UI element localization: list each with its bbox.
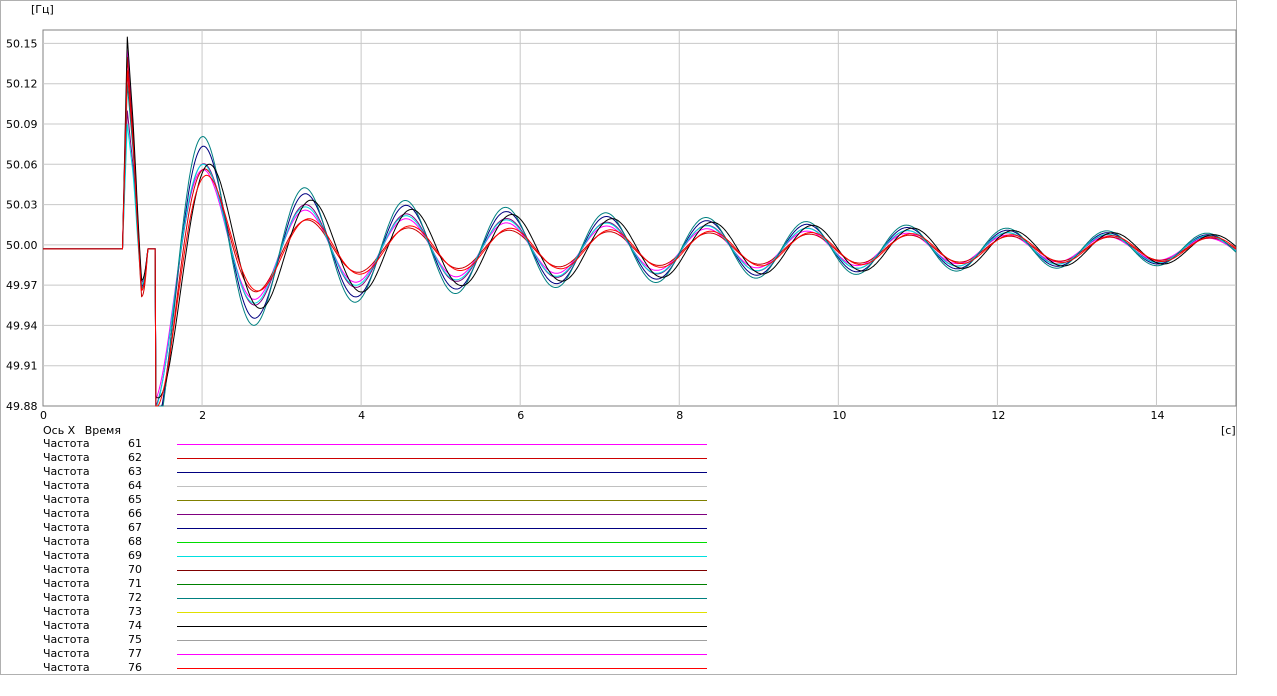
legend-item: Частота 70 [0, 563, 720, 577]
y-tick-label: 49.94 [6, 319, 38, 332]
legend-swatch [177, 486, 707, 487]
x-tick-labels: 0 2 4 6 8 10 12 14 [40, 409, 1164, 422]
legend-series-id: 74 [128, 619, 142, 632]
x-axis-caption: Ось X Время [43, 424, 127, 437]
legend-series-label: Частота [43, 479, 90, 492]
x-axis-unit: [с] [1221, 424, 1236, 437]
y-tick-label: 49.97 [6, 279, 38, 292]
legend-series-id: 77 [128, 647, 142, 660]
legend-swatch [177, 528, 707, 529]
x-axis-caption-label: Ось X [43, 424, 76, 437]
legend-series-label: Частота [43, 577, 90, 590]
legend-swatch [177, 514, 707, 515]
y-tick-label: 50.09 [6, 118, 38, 131]
legend-item: Частота 75 [0, 633, 720, 647]
legend-swatch [177, 500, 707, 501]
legend-series-id: 64 [128, 479, 142, 492]
legend-swatch [177, 626, 707, 627]
legend-series-id: 70 [128, 563, 142, 576]
legend-series-label: Частота [43, 591, 90, 604]
y-tick-labels: 49.88 49.91 49.94 49.97 50.00 50.03 50.06 50.09… [6, 37, 38, 413]
y-tick-label: 50.12 [6, 78, 38, 91]
legend-series-id: 62 [128, 451, 142, 464]
legend-series-label: Частота [43, 521, 90, 534]
x-tick-label: 10 [832, 409, 846, 422]
legend-series-label: Частота [43, 465, 90, 478]
legend-item: Частота 66 [0, 507, 720, 521]
legend-item: Частота 65 [0, 493, 720, 507]
legend-series-id: 76 [128, 661, 142, 674]
y-tick-label: 50.06 [6, 158, 38, 171]
legend-series-label: Частота [43, 605, 90, 618]
legend-swatch [177, 458, 707, 459]
legend-item: Частота 62 [0, 451, 720, 465]
legend-series-id: 71 [128, 577, 142, 590]
y-tick-label: 50.03 [6, 199, 38, 212]
legend-swatch [177, 444, 707, 445]
legend-series-label: Частота [43, 661, 90, 674]
legend-series-id: 63 [128, 465, 142, 478]
legend-series-id: 68 [128, 535, 142, 548]
legend-series-label: Частота [43, 549, 90, 562]
legend-series-label: Частота [43, 535, 90, 548]
legend-series-label: Частота [43, 493, 90, 506]
legend-swatch [177, 612, 707, 613]
x-tick-label: 6 [517, 409, 524, 422]
legend-item: Частота 64 [0, 479, 720, 493]
legend-swatch [177, 472, 707, 473]
legend-series-id: 67 [128, 521, 142, 534]
legend-series-id: 75 [128, 633, 142, 646]
legend-swatch [177, 668, 707, 669]
legend-series-label: Частота [43, 633, 90, 646]
legend-item: Частота 76 [0, 661, 720, 675]
y-tick-label: 49.88 [6, 400, 38, 413]
legend-item: Частота 63 [0, 465, 720, 479]
legend-series-label: Частота [43, 507, 90, 520]
x-tick-label: 4 [358, 409, 365, 422]
legend-series-label: Частота [43, 619, 90, 632]
y-tick-label: 50.15 [6, 37, 38, 50]
legend-swatch [177, 584, 707, 585]
y-tick-label: 50.00 [6, 239, 38, 252]
legend-item: Частота 68 [0, 535, 720, 549]
plot-area [42, 29, 1237, 407]
legend-item: Частота 74 [0, 619, 720, 633]
legend-item: Частота 61 [0, 437, 720, 451]
legend-swatch [177, 654, 707, 655]
x-axis-caption-name: Время [84, 424, 121, 437]
y-tick-label: 49.91 [6, 360, 38, 373]
legend-swatch [177, 542, 707, 543]
legend-item: Частота 73 [0, 605, 720, 619]
legend-series-label: Частота [43, 647, 90, 660]
y-axis-unit: [Гц] [31, 3, 54, 16]
x-tick-label: 0 [40, 409, 47, 422]
legend-swatch [177, 598, 707, 599]
legend-series-label: Частота [43, 451, 90, 464]
legend-swatch [177, 570, 707, 571]
legend-series-id: 72 [128, 591, 142, 604]
legend-item: Частота 72 [0, 591, 720, 605]
legend-series-id: 73 [128, 605, 142, 618]
legend-series-id: 66 [128, 507, 142, 520]
legend-series-label: Частота [43, 563, 90, 576]
legend-swatch [177, 640, 707, 641]
x-tick-label: 14 [1150, 409, 1164, 422]
legend-series-id: 69 [128, 549, 142, 562]
x-tick-label: 8 [676, 409, 683, 422]
legend-series-id: 65 [128, 493, 142, 506]
legend-swatch [177, 556, 707, 557]
legend-item: Частота 71 [0, 577, 720, 591]
x-tick-label: 2 [199, 409, 206, 422]
legend-item: Частота 69 [0, 549, 720, 563]
legend-series-id: 61 [128, 437, 142, 450]
legend-item: Частота 67 [0, 521, 720, 535]
legend-series-label: Частота [43, 437, 90, 450]
legend-item: Частота 77 [0, 647, 720, 661]
x-tick-label: 12 [991, 409, 1005, 422]
